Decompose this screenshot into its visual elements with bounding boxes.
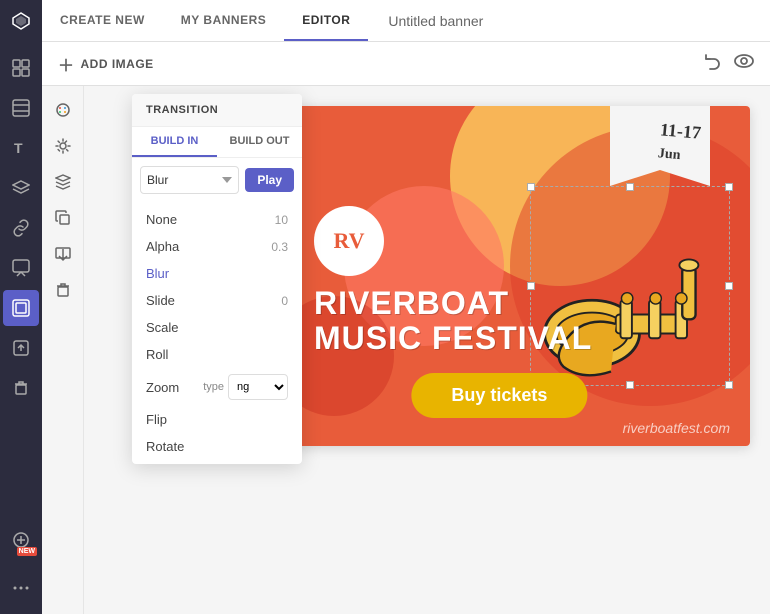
sidebar-icon-link[interactable] [3, 210, 39, 246]
nav-create-new[interactable]: CREATE NEW [42, 0, 163, 41]
handle-tm[interactable] [626, 183, 634, 191]
nav-editor[interactable]: EDITOR [284, 0, 368, 41]
banner-title: RIVERBOAT MUSIC FESTIVAL [314, 286, 592, 356]
undo-button[interactable] [702, 51, 722, 76]
tools-panel [42, 86, 84, 614]
sidebar-icon-trash[interactable] [3, 370, 39, 406]
transition-panel: TRANSITION BUILD IN BUILD OUT Blur None … [132, 94, 302, 464]
app-logo [0, 0, 42, 42]
tool-palette[interactable] [47, 94, 79, 126]
sidebar-icon-more[interactable] [3, 570, 39, 606]
svg-text:T: T [14, 140, 23, 156]
effect-roll[interactable]: Roll [132, 341, 302, 368]
top-nav: CREATE NEW MY BANNERS EDITOR Untitled ba… [0, 0, 770, 42]
sidebar-icon-text[interactable]: T [3, 130, 39, 166]
sidebar-icon-grid[interactable] [3, 90, 39, 126]
canvas-area: TRANSITION BUILD IN BUILD OUT Blur None … [42, 86, 770, 614]
sidebar-icon-layout[interactable] [3, 50, 39, 86]
nav-my-banners[interactable]: MY BANNERS [163, 0, 284, 41]
add-icon: ＋ [58, 52, 75, 76]
effect-blur[interactable]: Blur [132, 260, 302, 287]
new-badge-label: NEW [17, 547, 37, 556]
effect-alpha[interactable]: Alpha 0.3 [132, 233, 302, 260]
effect-select[interactable]: Blur None Alpha Slide [140, 166, 239, 194]
effect-rotate[interactable]: Rotate [132, 433, 302, 460]
transition-tabs: BUILD IN BUILD OUT [132, 127, 302, 158]
handle-bm[interactable] [626, 381, 634, 389]
left-sidebar: T NEW [0, 42, 42, 614]
effect-none[interactable]: None 10 [132, 206, 302, 233]
tool-trash[interactable] [47, 274, 79, 306]
effect-flip[interactable]: Flip [132, 406, 302, 433]
effect-zoom[interactable]: Zoom type ngInOut [132, 368, 302, 406]
transition-list: None 10 Alpha 0.3 Blur Slide [132, 202, 302, 464]
tab-build-out[interactable]: BUILD OUT [217, 127, 302, 157]
add-image-label: ADD IMAGE [81, 57, 154, 71]
content-area: ＋ ADD IMAGE [42, 42, 770, 614]
handle-br[interactable] [725, 381, 733, 389]
transition-header: TRANSITION [132, 94, 302, 127]
buy-tickets-button[interactable]: Buy tickets [411, 373, 587, 418]
add-image-button[interactable]: ＋ ADD IMAGE [58, 52, 154, 76]
handle-rm[interactable] [725, 282, 733, 290]
handle-tr[interactable] [725, 183, 733, 191]
handle-tl[interactable] [527, 183, 535, 191]
sidebar-icon-chat[interactable] [3, 250, 39, 286]
tool-copy[interactable] [47, 202, 79, 234]
toolbar: ＋ ADD IMAGE [42, 42, 770, 86]
toolbar-right [702, 51, 754, 76]
banner-website: riverboatfest.com [623, 420, 730, 436]
type-select[interactable]: ngInOut [228, 374, 288, 400]
effect-slide[interactable]: Slide 0 [132, 287, 302, 314]
effect-scale[interactable]: Scale [132, 314, 302, 341]
canvas-workspace: TRANSITION BUILD IN BUILD OUT Blur None … [84, 86, 770, 614]
sidebar-icon-element[interactable] [3, 290, 39, 326]
tool-settings[interactable] [47, 130, 79, 162]
toolbar-left: ＋ ADD IMAGE [58, 52, 154, 76]
play-button[interactable]: Play [245, 168, 294, 192]
transition-controls: Blur None Alpha Slide Play [132, 158, 302, 202]
banner-logo: RV [314, 206, 384, 276]
banner-title: Untitled banner [388, 13, 483, 29]
tool-layers[interactable] [47, 166, 79, 198]
banner-background: 11-17Jun RV [284, 106, 750, 446]
nav-items: CREATE NEW MY BANNERS EDITOR [42, 0, 368, 41]
preview-button[interactable] [734, 51, 754, 76]
sidebar-icon-new[interactable]: NEW [3, 522, 39, 558]
tool-export[interactable] [47, 238, 79, 270]
banner-date: 11-17Jun [657, 119, 702, 166]
banner-canvas: 11-17Jun RV [284, 106, 750, 446]
tab-build-in[interactable]: BUILD IN [132, 127, 217, 157]
sidebar-icon-layers[interactable] [3, 170, 39, 206]
main-layout: T NEW [0, 42, 770, 614]
sidebar-icon-upload[interactable] [3, 330, 39, 366]
